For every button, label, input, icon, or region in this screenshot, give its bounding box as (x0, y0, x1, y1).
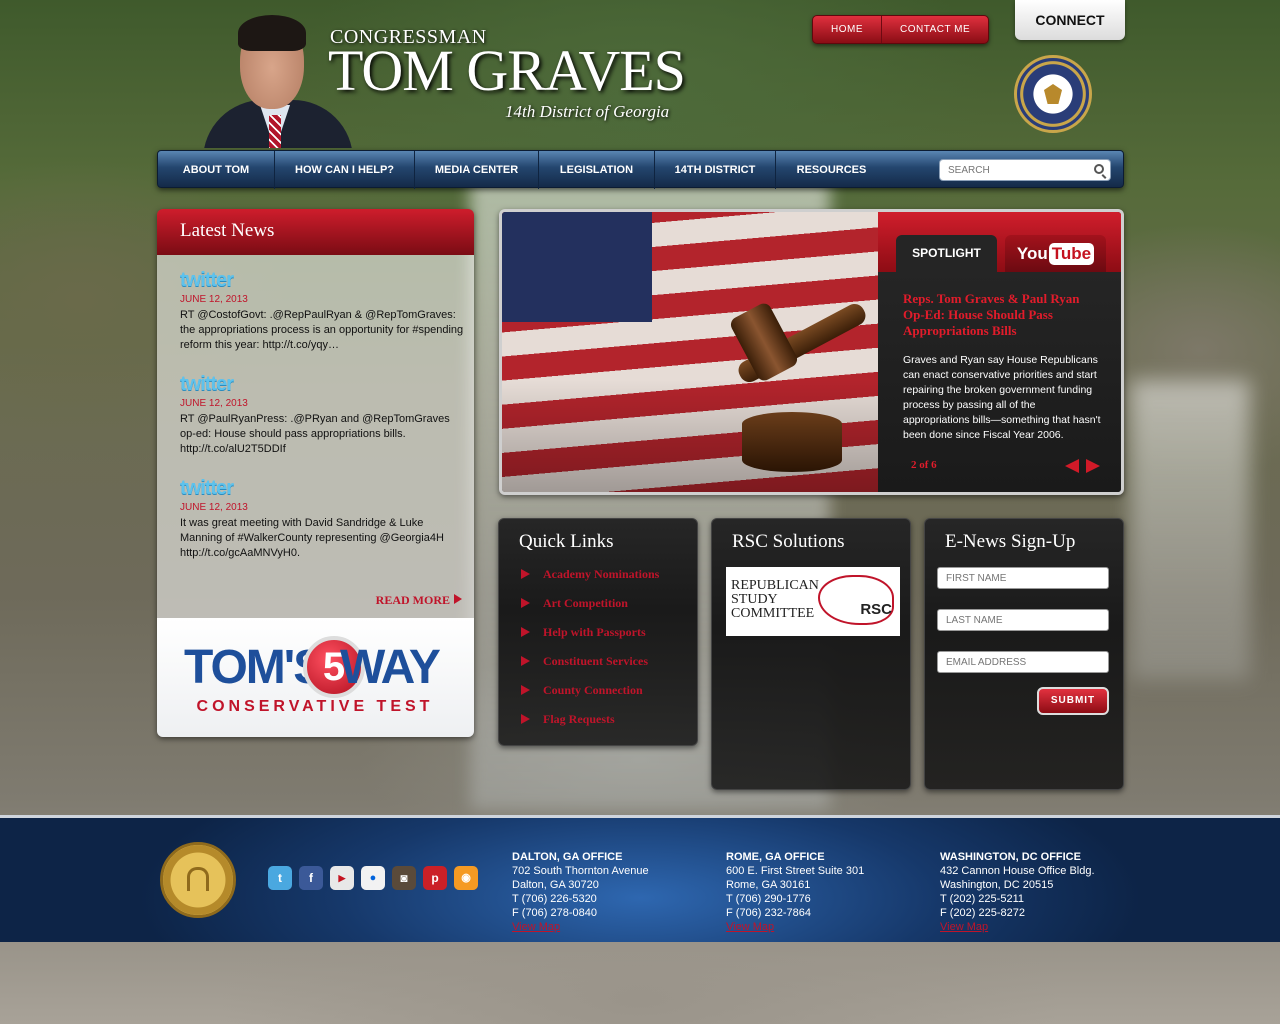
quick-link-academy-nominations[interactable]: Academy Nominations (521, 567, 701, 582)
office-phone: T (202) 225-5211 (940, 893, 1024, 905)
rsc-logo-line2: STUDY (731, 592, 778, 607)
us-congress-seal-icon (1014, 55, 1092, 133)
footer: t f ▶ ● ◙ p ◉ DALTON, GA OFFICE 702 Sout… (0, 815, 1280, 942)
office-address-line1: 432 Cannon House Office Bldg. (940, 865, 1095, 877)
slide-counter: 2 of 6 (911, 459, 937, 471)
office-fax: F (202) 225-8272 (940, 907, 1025, 919)
quick-links-title: Quick Links (519, 531, 614, 552)
next-arrow-icon[interactable] (1086, 459, 1100, 473)
instagram-icon[interactable]: ◙ (392, 866, 416, 890)
five-way-test-banner[interactable]: TOM'S 5 WAY CONSERVATIVE TEST (157, 618, 474, 737)
twitter-logo-icon: twitter (180, 269, 234, 291)
email-field[interactable] (937, 651, 1109, 673)
rsc-title: RSC Solutions (732, 531, 845, 552)
quick-link-constituent-services[interactable]: Constituent Services (521, 654, 701, 669)
search-box (939, 159, 1111, 181)
rsc-logo-banner[interactable]: REPUBLICAN STUDY COMMITTEE RSC (726, 567, 900, 636)
search-input[interactable] (940, 160, 1080, 180)
quick-link-help-with-passports[interactable]: Help with Passports (521, 625, 701, 640)
quick-link-flag-requests[interactable]: Flag Requests (521, 712, 701, 727)
office-fax: F (706) 232-7864 (726, 907, 811, 919)
office-address-line2: Rome, GA 30161 (726, 879, 811, 891)
tweet-date: JUNE 12, 2013 (180, 398, 248, 409)
quick-link-art-competition[interactable]: Art Competition (521, 596, 701, 611)
flickr-icon[interactable]: ● (361, 866, 385, 890)
read-more-link[interactable]: READ MORE (376, 593, 462, 608)
connect-button[interactable]: CONNECT (1015, 0, 1125, 40)
tab-youtube[interactable]: You Tube (1005, 235, 1106, 272)
contact-me-link[interactable]: CONTACT ME (882, 16, 988, 43)
tweet: twitter JUNE 12, 2013 It was great meeti… (180, 477, 474, 561)
facebook-icon[interactable]: f (299, 866, 323, 890)
office-address-line2: Dalton, GA 30720 (512, 879, 599, 891)
nav-legislation[interactable]: LEGISLATION (539, 151, 655, 189)
tweet: twitter JUNE 12, 2013 RT @CostofGovt: .@… (180, 269, 474, 353)
youtube-logo-you: You (1016, 244, 1048, 263)
office-rome: ROME, GA OFFICE 600 E. First Street Suit… (726, 850, 864, 934)
youtube-icon[interactable]: ▶ (330, 866, 354, 890)
twitter-logo-icon: twitter (180, 373, 234, 395)
youtube-logo-tube: Tube (1048, 243, 1095, 265)
tweet-text[interactable]: RT @CostofGovt: .@RepPaulRyan & @RepTomG… (180, 308, 465, 353)
tweet: twitter JUNE 12, 2013 RT @PaulRyanPress:… (180, 373, 474, 457)
rsc-logo-abbr: RSC (860, 601, 892, 618)
office-phone: T (706) 290-1776 (726, 893, 811, 905)
tab-spotlight[interactable]: SPOTLIGHT (896, 235, 997, 272)
nav-resources[interactable]: RESOURCES (776, 151, 887, 189)
submit-button[interactable]: SUBMIT (1037, 687, 1109, 715)
view-map-link[interactable]: View Map (512, 920, 649, 934)
promo-subtitle: CONSERVATIVE TEST (196, 698, 434, 715)
georgia-state-seal-icon (160, 842, 236, 918)
view-map-link[interactable]: View Map (940, 920, 1095, 934)
search-icon[interactable] (1094, 164, 1104, 174)
promo-right-text: WAY (340, 641, 441, 694)
office-fax: F (706) 278-0840 (512, 907, 597, 919)
latest-news-title: Latest News (157, 209, 474, 255)
enews-title: E-News Sign-Up (945, 531, 1076, 552)
latest-news-panel: Latest News twitter JUNE 12, 2013 RT @Co… (157, 209, 474, 737)
rsc-logo-line3: COMMITTEE (731, 606, 815, 621)
waterfall-background-right (1130, 380, 1250, 680)
tweet-text[interactable]: It was great meeting with David Sandridg… (180, 516, 465, 561)
rss-icon[interactable]: ◉ (454, 866, 478, 890)
enews-signup-panel: E-News Sign-Up SUBMIT (924, 518, 1124, 790)
view-map-link[interactable]: View Map (726, 920, 864, 934)
rsc-logo-line1: REPUBLICAN (731, 578, 819, 593)
first-name-field[interactable] (937, 567, 1109, 589)
nav-14th-district[interactable]: 14TH DISTRICT (655, 151, 776, 189)
office-dalton: DALTON, GA OFFICE 702 South Thornton Ave… (512, 850, 649, 934)
twitter-icon[interactable]: t (268, 866, 292, 890)
office-washington: WASHINGTON, DC OFFICE 432 Cannon House O… (940, 850, 1095, 934)
tweet-date: JUNE 12, 2013 (180, 294, 248, 305)
rsc-solutions-panel: RSC Solutions REPUBLICAN STUDY COMMITTEE R… (711, 518, 911, 790)
gavel-flag-image (502, 212, 878, 492)
quick-link-county-connection[interactable]: County Connection (521, 683, 701, 698)
site-title[interactable]: TOM GRAVES (328, 42, 686, 100)
site-subtitle: 14th District of Georgia (505, 102, 670, 121)
pinterest-icon[interactable]: p (423, 866, 447, 890)
nav-how-can-i-help[interactable]: HOW CAN I HELP? (275, 151, 415, 189)
spotlight-headline[interactable]: Reps. Tom Graves & Paul Ryan Op-Ed: Hous… (903, 291, 1103, 339)
office-address-line1: 702 South Thornton Avenue (512, 865, 649, 877)
spotlight-body: Graves and Ryan say House Republicans ca… (903, 354, 1101, 441)
office-phone: T (706) 226-5320 (512, 893, 597, 905)
prev-arrow-icon[interactable] (1065, 459, 1079, 473)
home-link[interactable]: HOME (813, 16, 882, 43)
nav-about-tom[interactable]: ABOUT TOM (158, 151, 275, 189)
office-heading: WASHINGTON, DC OFFICE (940, 851, 1081, 863)
office-heading: ROME, GA OFFICE (726, 851, 825, 863)
tweet-date: JUNE 12, 2013 (180, 502, 248, 513)
twitter-logo-icon: twitter (180, 477, 234, 499)
office-address-line2: Washington, DC 20515 (940, 879, 1054, 891)
office-address-line1: 600 E. First Street Suite 301 (726, 865, 865, 877)
office-heading: DALTON, GA OFFICE (512, 851, 623, 863)
top-nav: HOME CONTACT ME (812, 15, 990, 44)
last-name-field[interactable] (937, 609, 1109, 631)
main-nav: ABOUT TOM HOW CAN I HELP? MEDIA CENTER L… (157, 150, 1124, 189)
tweet-text[interactable]: RT @PaulRyanPress: .@PRyan and @RepTomGr… (180, 412, 465, 457)
spotlight-slider: SPOTLIGHT You Tube Reps. Tom Graves & Pau… (499, 209, 1124, 495)
quick-links-panel: Quick Links Academy Nominations Art Comp… (498, 518, 698, 746)
nav-media-center[interactable]: MEDIA CENTER (415, 151, 539, 189)
